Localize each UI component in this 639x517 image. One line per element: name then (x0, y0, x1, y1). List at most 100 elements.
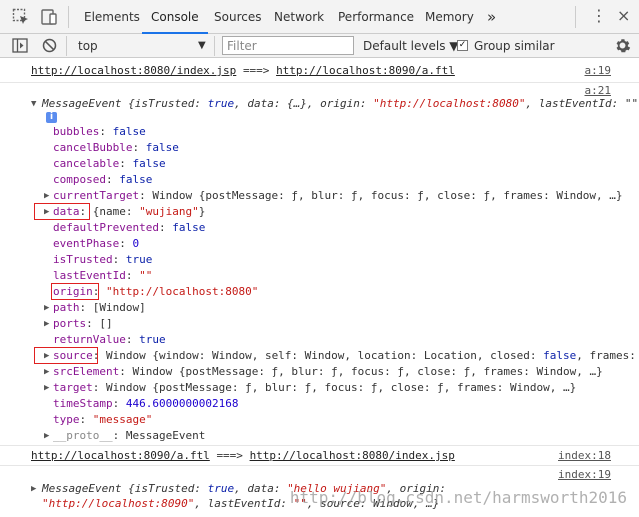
property-value: Window {window: Window, self: Window, lo… (106, 349, 544, 362)
property-key: __proto__ (53, 429, 113, 442)
property-key: returnValue (53, 333, 126, 346)
property-value: false (119, 173, 153, 186)
property-value: "http://localhost:8080" (106, 285, 259, 298)
property-row: eventPhase: 0 (53, 237, 140, 250)
event-summary-part: , lastEventId: "", (525, 97, 639, 110)
event-summary-origin: "http://localhost:8090" (42, 497, 195, 510)
collapsed-triangle-icon[interactable]: ▶ (44, 380, 49, 396)
inspect-element-icon[interactable] (12, 8, 30, 29)
sidebar-toggle-icon[interactable] (12, 38, 28, 56)
property-value: false (172, 221, 206, 234)
chevron-down-icon[interactable]: ▼ (198, 37, 206, 55)
log-arrow: ===> (242, 64, 270, 77)
log-divider (0, 82, 639, 83)
property-key: defaultPrevented (53, 221, 159, 234)
property-value: false (145, 141, 179, 154)
toolbar-separator (66, 36, 67, 56)
property-key: currentTarget (53, 189, 140, 202)
property-row: cancelable: false (53, 157, 166, 170)
collapsed-triangle-icon[interactable]: ▶ (44, 428, 49, 444)
filter-input[interactable] (222, 36, 354, 55)
highlight-box-source (34, 347, 98, 364)
event-summary-part: , lastEventId: (194, 497, 294, 510)
devtools-tab-bar: Elements Console Sources Network Perform… (0, 0, 639, 34)
property-key: composed (53, 173, 106, 186)
property-key: eventPhase (53, 237, 120, 250)
property-row[interactable]: path: [Window] (53, 300, 146, 316)
property-value: true (125, 253, 153, 266)
property-key: isTrusted (53, 253, 113, 266)
group-similar-checkbox[interactable]: ✓ (457, 40, 468, 51)
log-source-link[interactable]: index:18 (558, 448, 611, 464)
more-menu-icon[interactable]: ⋮ (591, 8, 607, 24)
event-class-name: MessageEvent (42, 97, 122, 110)
watermark: http://blog.csdn.net/harmsworth2016 (289, 488, 627, 507)
collapsed-triangle-icon[interactable]: ▶ (44, 188, 49, 204)
highlight-box-origin (51, 283, 99, 300)
toolbar-separator (68, 6, 69, 28)
tab-memory[interactable]: Memory (425, 0, 474, 34)
property-row: defaultPrevented: false (53, 221, 206, 234)
tab-elements[interactable]: Elements (84, 0, 140, 34)
property-row[interactable]: __proto__: MessageEvent (53, 428, 205, 444)
property-key: lastEventId (53, 269, 126, 282)
property-row: type: "message" (53, 413, 153, 426)
group-similar-label: Group similar (474, 39, 555, 53)
property-row[interactable]: source: Window {window: Window, self: Wi… (53, 348, 636, 364)
event-summary-bool: true (207, 97, 235, 110)
collapsed-triangle-icon[interactable]: ▶ (44, 300, 49, 316)
log-levels-dropdown[interactable]: Default levels ▼ (363, 37, 459, 55)
property-key: cancelBubble (53, 141, 133, 154)
log-divider (0, 465, 639, 466)
property-value: [Window] (92, 301, 146, 314)
property-row: returnValue: true (53, 333, 166, 346)
info-icon[interactable]: i (46, 112, 57, 123)
log-url-from[interactable]: http://localhost:8080/index.jsp (31, 64, 236, 77)
context-selector[interactable]: top (78, 37, 98, 55)
more-tabs-icon[interactable]: » (487, 0, 496, 34)
property-value-string: "wujiang" (139, 205, 199, 218)
property-key: target (53, 381, 93, 394)
property-row: cancelBubble: false (53, 141, 179, 154)
close-devtools-icon[interactable]: × (617, 7, 630, 25)
property-key: ports (53, 317, 87, 330)
property-row: composed: false (53, 173, 153, 186)
property-value: {name: (92, 205, 140, 218)
collapsed-triangle-icon[interactable]: ▶ (44, 316, 49, 332)
property-value: Window {postMessage: ƒ, blur: ƒ, focus: … (132, 365, 603, 378)
log-url-from[interactable]: http://localhost:8090/a.ftl (31, 449, 210, 462)
tab-sources[interactable]: Sources (214, 0, 261, 34)
event-class-name: MessageEvent (42, 482, 122, 495)
property-row[interactable]: srcElement: Window {postMessage: ƒ, blur… (53, 364, 603, 380)
property-value: "" (139, 269, 153, 282)
property-key: type (53, 413, 80, 426)
log-url-to[interactable]: http://localhost:8080/index.jsp (250, 449, 455, 462)
tab-performance[interactable]: Performance (338, 0, 414, 34)
expanded-triangle-icon[interactable]: ▼ (31, 96, 36, 112)
property-row: lastEventId: "" (53, 269, 153, 282)
property-key: srcElement (53, 365, 120, 378)
log-source-link[interactable]: a:19 (585, 63, 612, 79)
log-url-to[interactable]: http://localhost:8090/a.ftl (276, 64, 455, 77)
collapsed-triangle-icon[interactable]: ▶ (44, 364, 49, 380)
property-value: Window {postMessage: ƒ, blur: ƒ, focus: … (106, 381, 577, 394)
property-row: timeStamp: 446.6000000002168 (53, 397, 239, 410)
toolbar-separator (575, 6, 576, 28)
collapsed-triangle-icon[interactable]: ▶ (31, 481, 36, 497)
property-value: 0 (132, 237, 140, 250)
device-toolbar-icon[interactable] (40, 8, 58, 29)
gear-icon[interactable] (614, 37, 631, 57)
property-row: isTrusted: true (53, 253, 153, 266)
property-row[interactable]: target: Window {postMessage: ƒ, blur: ƒ,… (53, 380, 576, 396)
log-divider (0, 445, 639, 446)
property-row[interactable]: currentTarget: Window {postMessage: ƒ, b… (53, 188, 623, 204)
toolbar-separator (214, 36, 215, 56)
event-summary-origin: "http://localhost:8080" (373, 97, 526, 110)
log-source-link[interactable]: index:19 (558, 467, 611, 483)
tab-network[interactable]: Network (274, 0, 324, 34)
property-row[interactable]: ports: [] (53, 316, 113, 332)
tab-console[interactable]: Console (142, 0, 208, 34)
console-output: http://localhost:8080/index.jsp ===> htt… (0, 59, 639, 517)
clear-console-icon[interactable] (42, 38, 57, 56)
property-value: 446.6000000002168 (125, 397, 239, 410)
